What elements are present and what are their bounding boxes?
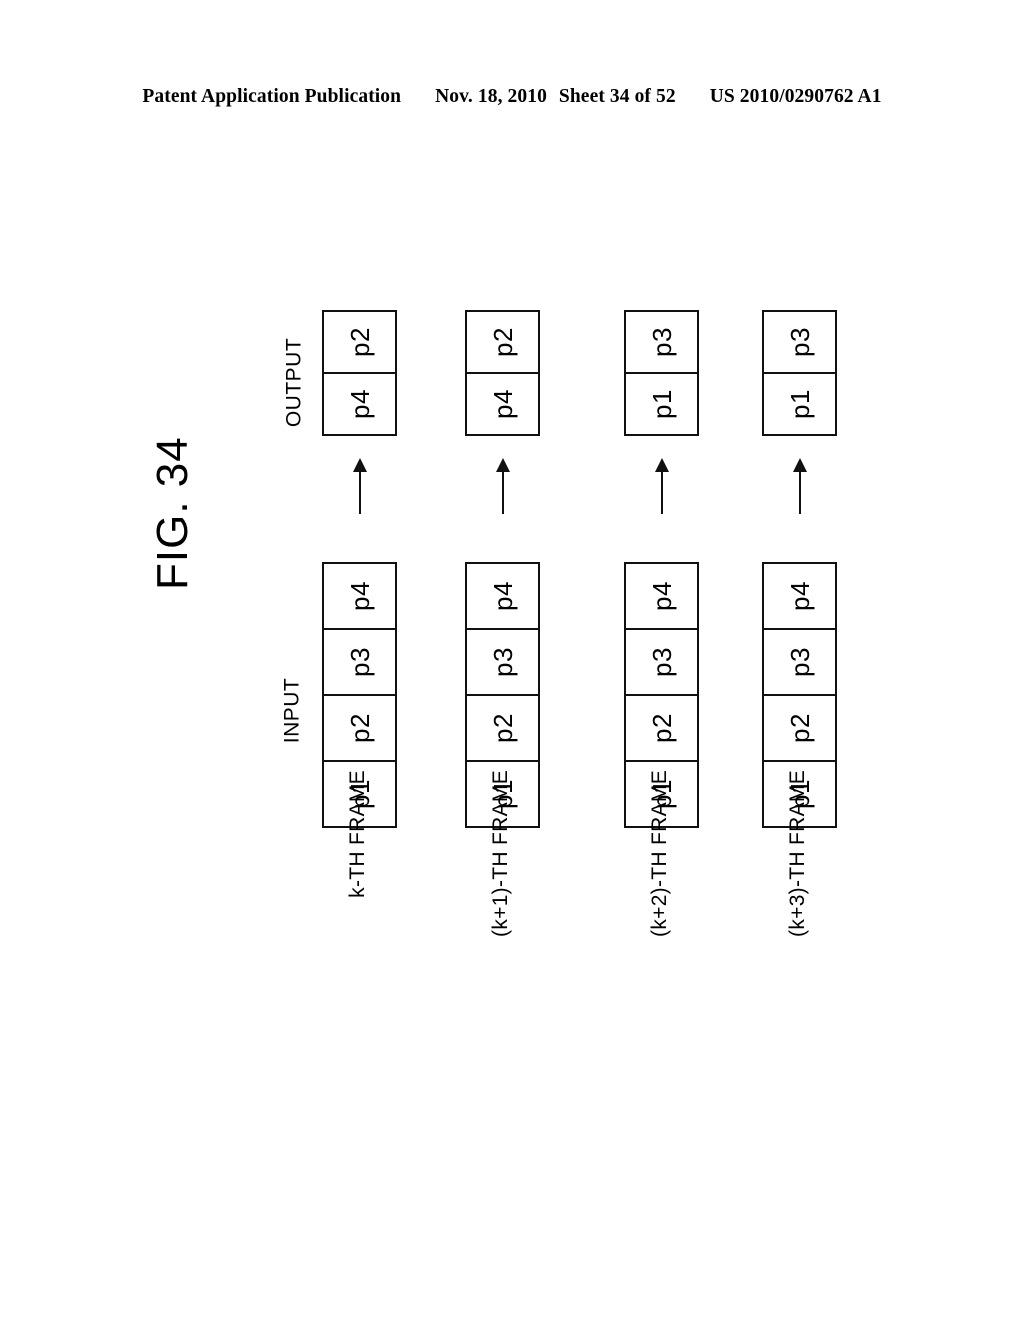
frame-label: (k+1)-TH FRAME xyxy=(489,770,512,937)
arrow-shaft xyxy=(799,470,801,514)
frame-column: p3 p1 p4 p3 p2 p1 (k+2)-TH FRAME xyxy=(602,0,752,1320)
input-cell-label: p4 xyxy=(344,581,375,611)
frame-label: (k+3)-TH FRAME xyxy=(786,770,809,937)
frame-label: k-TH FRAME xyxy=(346,770,369,898)
input-cell-label: p2 xyxy=(344,713,375,743)
input-cell-label: p4 xyxy=(784,581,815,611)
input-cell: p4 xyxy=(626,564,697,628)
input-cell-label: p3 xyxy=(646,647,677,677)
input-cell: p2 xyxy=(324,694,395,760)
frame-column: p3 p1 p4 p3 p2 p1 (k+3)-TH FRAME xyxy=(740,0,890,1320)
input-cell-label: p4 xyxy=(487,581,518,611)
input-cell-label: p4 xyxy=(646,581,677,611)
output-box: p2 p4 xyxy=(465,310,540,436)
input-cell: p2 xyxy=(764,694,835,760)
input-cell: p4 xyxy=(324,564,395,628)
figure-diagram: OUTPUT INPUT p2 p4 p4 p3 p2 p1 k-TH FRAM… xyxy=(0,0,1024,1320)
input-cell: p4 xyxy=(764,564,835,628)
input-cell: p2 xyxy=(626,694,697,760)
input-cell-label: p3 xyxy=(344,647,375,677)
output-box: p3 p1 xyxy=(762,310,837,436)
output-cell-label: p3 xyxy=(646,327,677,357)
output-cell-label: p4 xyxy=(344,389,375,419)
input-cell: p3 xyxy=(324,628,395,694)
input-cell: p3 xyxy=(467,628,538,694)
input-cell-label: p2 xyxy=(646,713,677,743)
frame-column: p2 p4 p4 p3 p2 p1 k-TH FRAME xyxy=(300,0,450,1320)
input-cell-label: p2 xyxy=(487,713,518,743)
output-cell: p4 xyxy=(467,372,538,434)
input-cell-label: p3 xyxy=(487,647,518,677)
output-cell-label: p2 xyxy=(487,327,518,357)
output-box: p2 p4 xyxy=(322,310,397,436)
output-box: p3 p1 xyxy=(624,310,699,436)
input-cell-label: p3 xyxy=(784,647,815,677)
up-arrow-icon xyxy=(654,458,670,514)
frame-column: p2 p4 p4 p3 p2 p1 (k+1)-TH FRAME xyxy=(443,0,593,1320)
output-cell: p1 xyxy=(764,372,835,434)
frame-label: (k+2)-TH FRAME xyxy=(648,770,671,937)
output-cell-label: p1 xyxy=(784,389,815,419)
output-cell-label: p2 xyxy=(344,327,375,357)
input-cell: p3 xyxy=(626,628,697,694)
input-cell: p4 xyxy=(467,564,538,628)
output-cell: p3 xyxy=(764,312,835,372)
output-cell-label: p3 xyxy=(784,327,815,357)
arrow-shaft xyxy=(359,470,361,514)
up-arrow-icon xyxy=(792,458,808,514)
output-cell: p1 xyxy=(626,372,697,434)
output-cell: p2 xyxy=(324,312,395,372)
input-cell: p3 xyxy=(764,628,835,694)
input-cell: p2 xyxy=(467,694,538,760)
arrow-shaft xyxy=(502,470,504,514)
output-cell-label: p4 xyxy=(487,389,518,419)
input-cell-label: p2 xyxy=(784,713,815,743)
output-cell: p3 xyxy=(626,312,697,372)
up-arrow-icon xyxy=(352,458,368,514)
arrow-shaft xyxy=(661,470,663,514)
up-arrow-icon xyxy=(495,458,511,514)
output-cell: p2 xyxy=(467,312,538,372)
output-cell: p4 xyxy=(324,372,395,434)
output-cell-label: p1 xyxy=(646,389,677,419)
